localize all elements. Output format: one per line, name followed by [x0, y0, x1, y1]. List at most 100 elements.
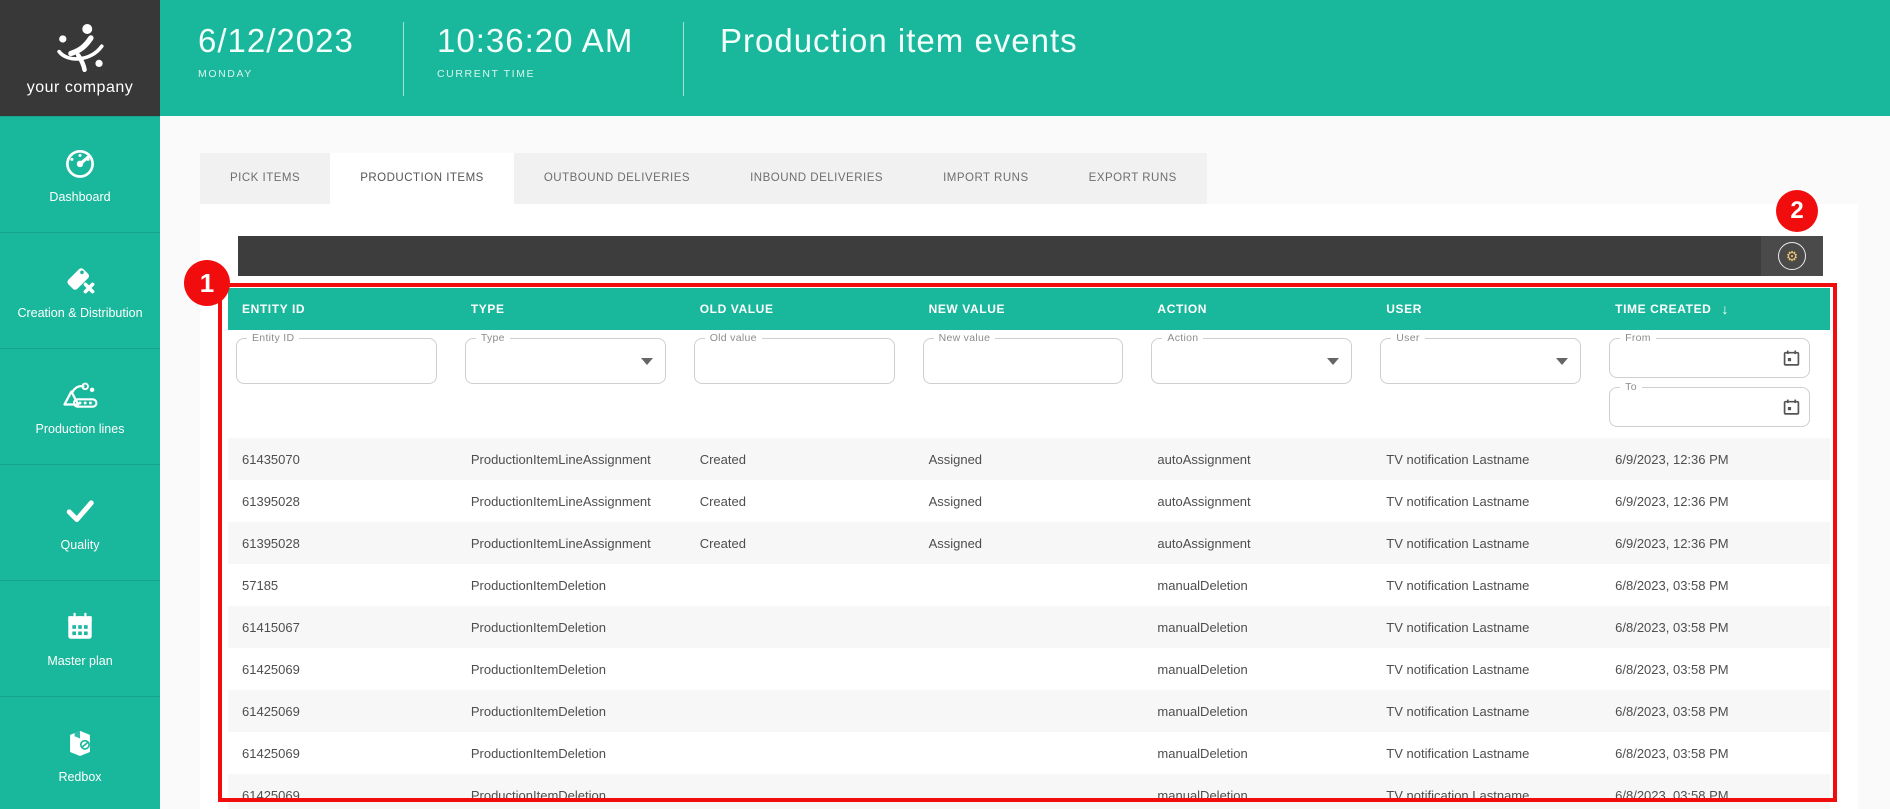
- table-cell: manualDeletion: [1157, 703, 1248, 719]
- table-cell: manualDeletion: [1157, 577, 1248, 593]
- time-block: 10:36:20 AM CURRENT TIME: [437, 22, 633, 80]
- sidebar-item-creation-distribution[interactable]: Creation & Distribution: [0, 232, 160, 348]
- column-header-new-value[interactable]: NEW VALUE: [915, 288, 1144, 330]
- old-value-filter[interactable]: Old value: [693, 332, 895, 384]
- table-cell: TV notification Lastname: [1386, 577, 1530, 593]
- table-cell: 6/9/2023, 12:36 PM: [1615, 493, 1729, 509]
- sort-descending-icon[interactable]: ↓: [1721, 301, 1729, 317]
- table-cell: [915, 648, 1144, 690]
- calendar-picker-icon[interactable]: [1783, 350, 1800, 367]
- from-date-filter[interactable]: From: [1609, 332, 1810, 378]
- table-cell: TV notification Lastname: [1386, 619, 1530, 635]
- entity-id-input[interactable]: [247, 345, 426, 381]
- column-header-time-created[interactable]: TIME CREATED ↓: [1601, 288, 1830, 330]
- table-cell: 6/8/2023, 03:58 PM: [1615, 787, 1729, 803]
- column-header-type[interactable]: TYPE: [457, 288, 686, 330]
- box-icon: [70, 730, 90, 757]
- action-filter[interactable]: Action: [1151, 332, 1353, 384]
- table-cell: 6/8/2023, 03:58 PM: [1615, 577, 1729, 593]
- table-cell: manualDeletion: [1157, 787, 1248, 803]
- calendar-icon: [68, 611, 92, 639]
- table-row[interactable]: 61395028 ProductionItemLineAssignment Crea…: [228, 522, 1830, 564]
- chevron-down-icon[interactable]: [640, 358, 653, 365]
- table-cell: [915, 690, 1144, 732]
- from-date-input[interactable]: [1620, 343, 1775, 375]
- table-row[interactable]: 57185 ProductionItemDeletion manualDeletio…: [228, 564, 1830, 606]
- column-header-action[interactable]: ACTION: [1143, 288, 1372, 330]
- table-cell: 61395028: [242, 493, 300, 509]
- column-header-entity-id[interactable]: ENTITY ID: [228, 288, 457, 330]
- gauge-icon: [66, 149, 94, 178]
- type-filter[interactable]: Type: [464, 332, 666, 384]
- table-cell: TV notification Lastname: [1386, 535, 1530, 551]
- table-cell: TV notification Lastname: [1386, 661, 1530, 677]
- table-cell: 6/8/2023, 03:58 PM: [1615, 745, 1729, 761]
- table-cell: 61425069: [242, 787, 300, 803]
- sidebar-item-label: Redbox: [58, 770, 102, 784]
- table-cell: TV notification Lastname: [1386, 451, 1530, 467]
- table-cell: autoAssignment: [1157, 535, 1251, 551]
- old-value-input[interactable]: [704, 345, 884, 381]
- settings-gear-icon: ⚙: [1778, 242, 1806, 270]
- table-row[interactable]: 61425069 ProductionItemDeletion manualDele…: [228, 774, 1830, 809]
- table-cell: ProductionItemDeletion: [470, 577, 606, 593]
- sidebar-item-production-lines[interactable]: Production lines: [0, 348, 160, 464]
- table-cell: 6/9/2023, 12:36 PM: [1615, 535, 1729, 551]
- to-date-filter[interactable]: To: [1609, 381, 1810, 427]
- table-cell: ProductionItemDeletion: [470, 745, 606, 761]
- settings-gear-button[interactable]: ⚙: [1761, 236, 1823, 276]
- filter-cell: Type: [457, 330, 686, 438]
- sidebar-item-redbox[interactable]: Redbox: [0, 696, 160, 809]
- table-cell: 61435070: [242, 451, 300, 467]
- entity-id-filter[interactable]: Entity ID: [236, 332, 437, 384]
- table-cell: Assigned: [928, 493, 983, 509]
- page-title: Production item events: [720, 22, 1078, 59]
- sidebar-item-label: Master plan: [47, 654, 113, 668]
- new-value-filter[interactable]: New value: [922, 332, 1124, 384]
- sidebar-item-dashboard[interactable]: Dashboard: [0, 116, 160, 232]
- table-cell: [915, 774, 1144, 809]
- tab-pick-items[interactable]: PICK ITEMS: [200, 153, 331, 204]
- chevron-down-icon[interactable]: [1327, 358, 1340, 365]
- table-cell: manualDeletion: [1157, 619, 1248, 635]
- column-header-user[interactable]: USER: [1372, 288, 1601, 330]
- table-cell: ProductionItemDeletion: [470, 619, 606, 635]
- filter-cell: Old value: [686, 330, 915, 438]
- tab-inbound-deliveries[interactable]: INBOUND DELIVERIES: [720, 153, 914, 204]
- table-cell: [686, 690, 915, 732]
- table-row[interactable]: 61395028 ProductionItemLineAssignment Crea…: [228, 480, 1830, 522]
- table-row[interactable]: 61415067 ProductionItemDeletion manualDele…: [228, 606, 1830, 648]
- table-cell: ProductionItemLineAssignment: [470, 535, 651, 551]
- tab-export-runs[interactable]: EXPORT RUNS: [1058, 153, 1207, 204]
- event-tabs: PICK ITEMS PRODUCTION ITEMS OUTBOUND DEL…: [200, 153, 1207, 204]
- new-value-input[interactable]: [933, 345, 1113, 381]
- table-cell: [686, 648, 915, 690]
- chevron-down-icon[interactable]: [1556, 358, 1569, 365]
- to-date-input[interactable]: [1620, 392, 1775, 424]
- tab-production-items[interactable]: PRODUCTION ITEMS: [330, 153, 514, 204]
- column-header-old-value[interactable]: OLD VALUE: [686, 288, 915, 330]
- table-row[interactable]: 61425069 ProductionItemDeletion manualDele…: [228, 690, 1830, 732]
- tab-import-runs[interactable]: IMPORT RUNS: [913, 153, 1059, 204]
- company-logo: your company: [0, 0, 160, 116]
- production-line-icon: [63, 382, 98, 408]
- calendar-picker-icon[interactable]: [1783, 399, 1800, 416]
- table-cell: 6/8/2023, 03:58 PM: [1615, 619, 1729, 635]
- check-icon: [66, 500, 94, 523]
- current-time: 10:36:20 AM: [437, 22, 634, 59]
- table-cell: 61425069: [242, 661, 300, 677]
- sidebar-item-master-plan[interactable]: Master plan: [0, 580, 160, 696]
- table-row[interactable]: 61425069 ProductionItemDeletion manualDele…: [228, 732, 1830, 774]
- table-cell: 61395028: [242, 535, 300, 551]
- table-cell: 6/9/2023, 12:36 PM: [1615, 451, 1729, 467]
- sidebar-item-quality[interactable]: Quality: [0, 464, 160, 580]
- table-cell: [686, 564, 915, 606]
- table-row[interactable]: 61425069 ProductionItemDeletion manualDele…: [228, 648, 1830, 690]
- tab-outbound-deliveries[interactable]: OUTBOUND DELIVERIES: [513, 153, 721, 204]
- table-cell: 6/8/2023, 03:58 PM: [1615, 703, 1729, 719]
- table-body: 61435070 ProductionItemLineAssignment Crea…: [228, 438, 1830, 809]
- table-row[interactable]: 61435070 ProductionItemLineAssignment Crea…: [228, 438, 1830, 480]
- table-cell: [915, 732, 1144, 774]
- user-filter[interactable]: User: [1380, 332, 1582, 384]
- content-panel: ⚙ ENTITY ID TYPE OLD VALUE NEW VALUE ACT…: [200, 204, 1858, 809]
